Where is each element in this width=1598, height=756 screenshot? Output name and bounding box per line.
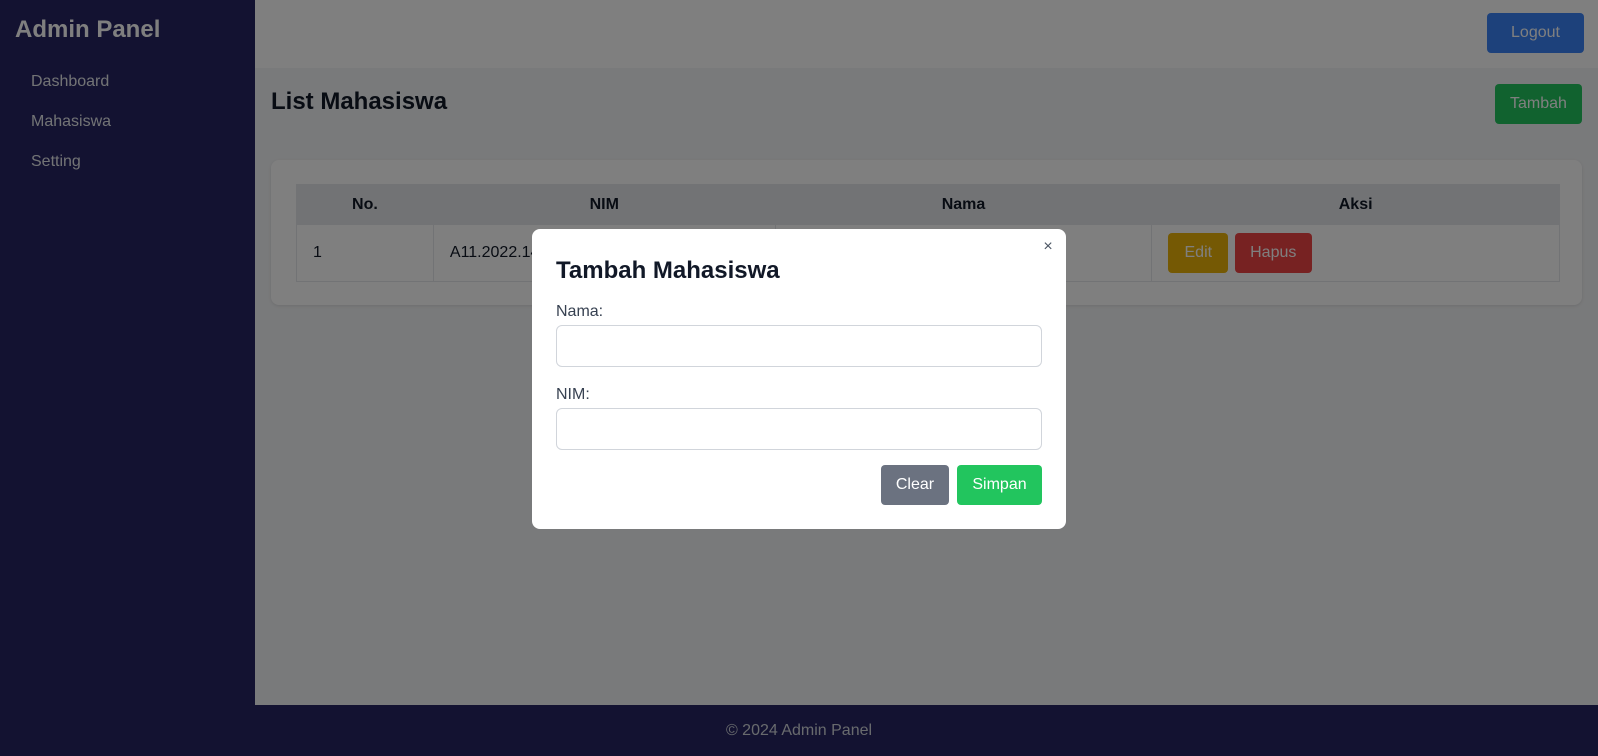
modal-backdrop[interactable]: × Tambah Mahasiswa Nama: NIM: Clear Simp… — [0, 0, 1598, 756]
save-button[interactable]: Simpan — [957, 465, 1042, 505]
modal-title: Tambah Mahasiswa — [556, 257, 780, 284]
nama-label: Nama: — [556, 303, 604, 320]
nim-label: NIM: — [556, 386, 590, 403]
nim-input[interactable] — [556, 408, 1042, 450]
modal-actions: Clear Simpan — [881, 465, 1042, 505]
add-student-modal: × Tambah Mahasiswa Nama: NIM: Clear Simp… — [532, 229, 1066, 529]
clear-button[interactable]: Clear — [881, 465, 949, 505]
close-icon[interactable]: × — [1040, 239, 1056, 255]
nama-input[interactable] — [556, 325, 1042, 367]
